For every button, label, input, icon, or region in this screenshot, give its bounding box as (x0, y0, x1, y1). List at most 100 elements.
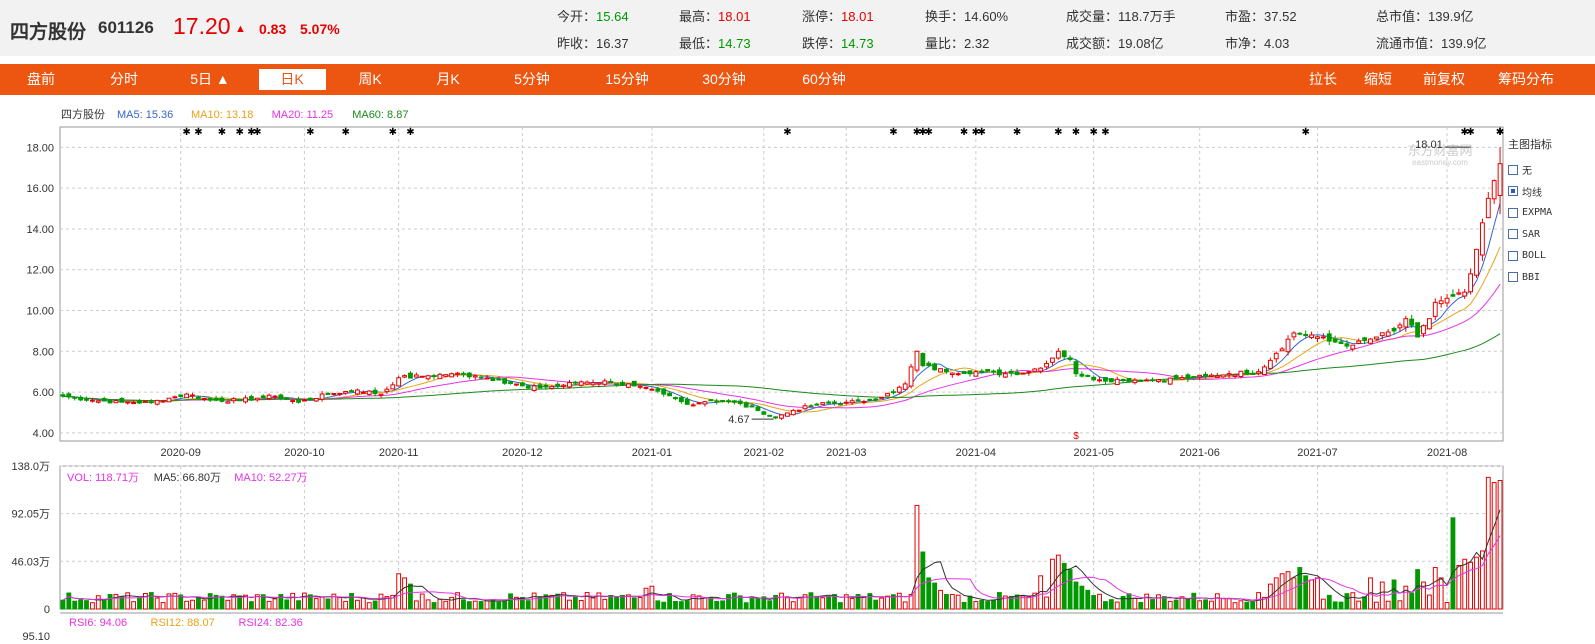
y-tick-label: 4.00 (33, 428, 54, 440)
checkbox-icon[interactable] (1508, 164, 1518, 175)
indicator-option[interactable]: BBI (1508, 267, 1592, 289)
indicator-option[interactable]: 无 (1508, 159, 1592, 181)
tab-period[interactable]: 分时 (89, 69, 159, 90)
candle (696, 402, 702, 405)
event-marker-icon[interactable]: ✱ (960, 127, 968, 138)
checkbox-icon[interactable] (1508, 250, 1518, 261)
volume-bar (1385, 600, 1391, 610)
checkbox-icon[interactable] (1508, 229, 1518, 240)
low-annotation: 4.67 (728, 414, 749, 426)
ex-rights-marker-icon[interactable]: $ (1073, 431, 1079, 442)
event-marker-icon[interactable]: ✱ (1496, 127, 1504, 138)
volume-bar (413, 600, 419, 610)
event-marker-icon[interactable]: ✱ (1301, 127, 1309, 138)
volume-bar (154, 597, 160, 610)
volume-bar (478, 601, 484, 610)
tab-period[interactable]: 60分钟 (789, 69, 859, 90)
candle (1138, 379, 1144, 382)
volume-bar (661, 601, 667, 610)
volume-bar (1315, 577, 1320, 610)
event-marker-icon[interactable]: ✱ (1466, 127, 1474, 138)
candle (767, 414, 773, 417)
volume-bar (284, 599, 290, 610)
volume-bar (808, 592, 814, 610)
candle (578, 381, 584, 386)
ma5-line (62, 202, 1501, 416)
volume-bar (1344, 593, 1350, 610)
event-marker-icon[interactable]: ✱ (341, 127, 349, 138)
candle (796, 409, 802, 412)
volume-bar (443, 600, 449, 610)
y-tick-label: 6.00 (33, 387, 54, 399)
tab-period[interactable]: 15分钟 (592, 69, 662, 90)
candle (1491, 180, 1497, 200)
candle (908, 366, 914, 387)
indicator-option[interactable]: BOLL (1508, 245, 1592, 267)
tab-tool[interactable]: 筹码分布 (1490, 69, 1562, 90)
event-marker-icon[interactable]: ✱ (889, 127, 897, 138)
tab-period[interactable]: 周K (335, 69, 405, 90)
indicator-option[interactable]: SAR (1508, 224, 1592, 246)
tab-period[interactable]: 5日 ▲ (175, 69, 245, 90)
volume-bar (779, 592, 784, 610)
candle (142, 400, 148, 403)
volume-bar (84, 600, 89, 610)
tab-period[interactable]: 30分钟 (689, 69, 759, 90)
event-marker-icon[interactable]: ✱ (182, 127, 190, 138)
indicator-option[interactable]: 均线 (1508, 181, 1592, 203)
event-marker-icon[interactable]: ✱ (218, 127, 226, 138)
event-marker-icon[interactable]: ✱ (253, 127, 261, 138)
volume-bar (531, 592, 537, 610)
stock-change: 0.83 (259, 21, 287, 37)
tab-tool[interactable]: 缩短 (1350, 69, 1406, 90)
event-marker-icon[interactable]: ✱ (1054, 127, 1062, 138)
candle (1356, 340, 1362, 344)
candle (131, 402, 137, 405)
candle (508, 381, 513, 384)
event-marker-icon[interactable]: ✱ (1089, 127, 1097, 138)
tab-tool[interactable]: 前复权 ▲ (1416, 69, 1472, 108)
stat-value: 14.73 (718, 36, 751, 51)
candle (1362, 337, 1368, 341)
volume-bar (1320, 598, 1326, 610)
candle (861, 401, 867, 404)
checkbox-icon[interactable] (1508, 207, 1518, 218)
event-marker-icon[interactable]: ✱ (406, 127, 414, 138)
tab-period[interactable]: 日K (258, 69, 326, 90)
volume-bar (66, 592, 72, 610)
candle (502, 378, 508, 384)
volume-bar (1338, 601, 1344, 610)
kline-chart[interactable]: 18.00 16.00 14.00 12.00 10.00 8.00 6.00 4.00 202… (0, 96, 1595, 644)
event-marker-icon[interactable]: ✱ (783, 127, 791, 138)
candle (979, 370, 985, 373)
candle (89, 399, 95, 402)
candle (1185, 374, 1191, 380)
tab-tool[interactable]: 拉长 (1295, 69, 1351, 90)
candle (337, 392, 343, 395)
candle (219, 397, 225, 402)
tab-period[interactable]: 月K (413, 69, 483, 90)
indicator-option[interactable]: EXPMA (1508, 202, 1592, 224)
tab-period[interactable]: 5分钟 (497, 69, 567, 90)
candle (1479, 222, 1485, 256)
event-marker-icon[interactable]: ✱ (978, 127, 986, 138)
event-marker-icon[interactable]: ✱ (389, 127, 397, 138)
candle (944, 368, 949, 373)
volume-bar (1209, 600, 1214, 610)
event-marker-icon[interactable]: ✱ (1072, 127, 1080, 138)
event-marker-icon[interactable]: ✱ (235, 127, 243, 138)
tab-period[interactable]: 盘前 (6, 69, 76, 90)
event-marker-icon[interactable]: ✱ (925, 127, 933, 138)
volume-bar (408, 583, 413, 610)
volume-bar (1444, 602, 1450, 610)
event-marker-icon[interactable]: ✱ (1101, 127, 1109, 138)
candle (519, 382, 525, 387)
checkbox-icon[interactable] (1508, 272, 1518, 283)
event-marker-icon[interactable]: ✱ (1013, 127, 1021, 138)
event-marker-icon[interactable]: ✱ (306, 127, 314, 138)
candle (1450, 294, 1456, 297)
event-marker-icon[interactable]: ✱ (194, 127, 202, 138)
volume-bar (89, 602, 95, 610)
checkbox-icon[interactable] (1508, 186, 1518, 197)
stat-label: 今开： (557, 9, 597, 24)
